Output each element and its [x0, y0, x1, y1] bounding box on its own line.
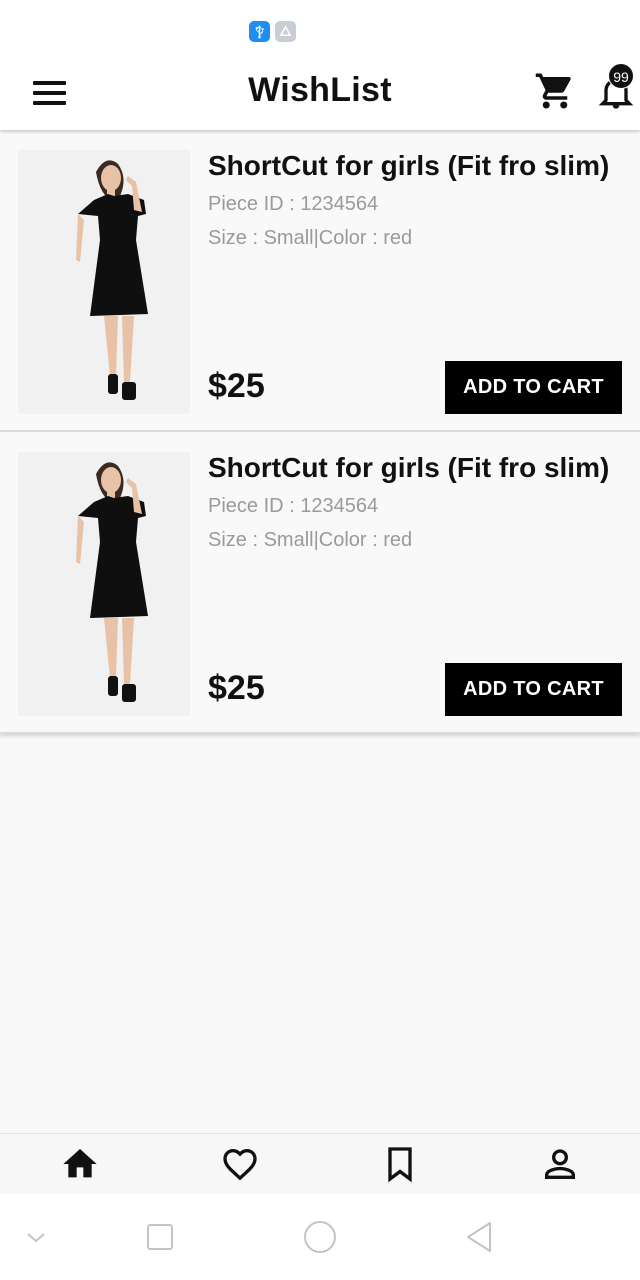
add-to-cart-button[interactable]: ADD TO CART — [445, 361, 622, 414]
wishlist: ShortCut for girls (Fit fro slim) Piece … — [0, 130, 640, 734]
collapse-chevron-icon[interactable] — [16, 1217, 56, 1257]
notification-badge: 99 — [608, 63, 634, 89]
wishlist-card: ShortCut for girls (Fit fro slim) Piece … — [0, 130, 640, 432]
product-title: ShortCut for girls (Fit fro slim) — [208, 150, 610, 181]
product-piece-id: Piece ID : 1234564 — [208, 193, 379, 215]
android-debug-icon — [275, 21, 296, 42]
product-title: ShortCut for girls (Fit fro slim) — [208, 452, 610, 483]
shopping-cart-icon[interactable] — [534, 70, 576, 112]
heart-icon[interactable] — [220, 1144, 260, 1184]
product-piece-id: Piece ID : 1234564 — [208, 495, 379, 517]
product-price: $25 — [208, 669, 265, 707]
product-size-color: Size : Small|Color : red — [208, 227, 413, 249]
product-image[interactable] — [18, 150, 190, 414]
bookmark-icon[interactable] — [380, 1144, 420, 1184]
status-bar — [0, 0, 640, 56]
back-triangle-icon[interactable] — [460, 1217, 500, 1257]
home-icon[interactable] — [60, 1144, 100, 1184]
bottom-navigation — [0, 1133, 640, 1194]
wishlist-card: ShortCut for girls (Fit fro slim) Piece … — [0, 432, 640, 734]
product-image[interactable] — [18, 452, 190, 716]
add-to-cart-button[interactable]: ADD TO CART — [445, 663, 622, 716]
usb-icon — [249, 21, 270, 42]
recents-square-icon[interactable] — [140, 1217, 180, 1257]
profile-icon[interactable] — [540, 1144, 580, 1184]
app-bar: WishList 99 — [0, 56, 640, 130]
product-size-color: Size : Small|Color : red — [208, 529, 413, 551]
system-navigation-bar — [0, 1194, 640, 1280]
product-price: $25 — [208, 367, 265, 405]
home-circle-icon[interactable] — [300, 1217, 340, 1257]
